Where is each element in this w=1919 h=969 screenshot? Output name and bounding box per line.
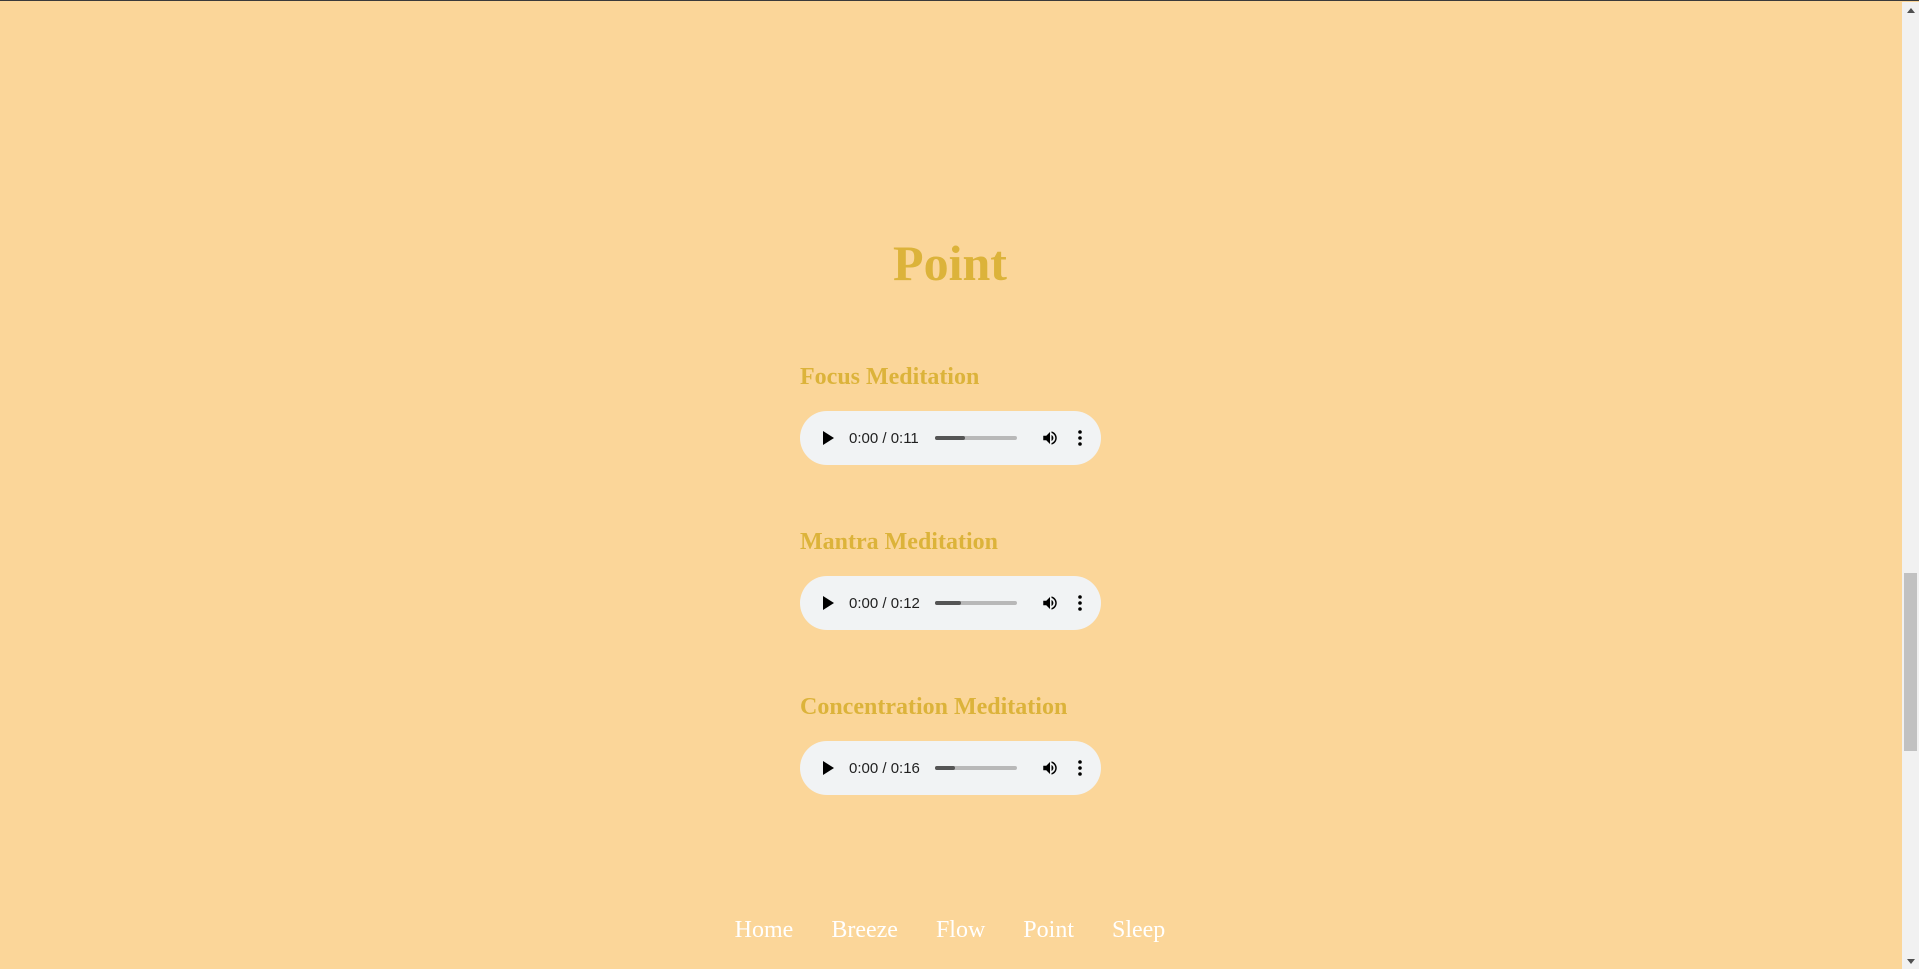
page-title: Point	[893, 235, 1007, 291]
time-display: 0:00 / 0:16	[849, 759, 920, 777]
track-title: Focus Meditation	[800, 364, 980, 390]
seek-slider[interactable]	[935, 766, 1017, 770]
play-icon	[823, 431, 834, 445]
audio-player: 0:00 / 0:11	[800, 411, 1101, 465]
play-button[interactable]	[817, 757, 839, 779]
play-button[interactable]	[817, 427, 839, 449]
nav-link-breeze[interactable]: Breeze	[831, 915, 898, 945]
more-vertical-icon	[1078, 430, 1082, 446]
track-mantra: Mantra Meditation 0:00 / 0:12	[800, 527, 1101, 630]
more-options-button[interactable]	[1071, 427, 1089, 449]
volume-icon	[1043, 431, 1057, 445]
time-display: 0:00 / 0:11	[849, 429, 919, 447]
nav-link-sleep[interactable]: Sleep	[1112, 915, 1165, 945]
more-vertical-icon	[1078, 595, 1082, 611]
volume-button[interactable]	[1039, 592, 1061, 614]
scroll-up-arrow-icon	[1906, 8, 1915, 13]
more-options-button[interactable]	[1071, 592, 1089, 614]
more-vertical-icon	[1078, 760, 1082, 776]
nav-link-point[interactable]: Point	[1023, 915, 1074, 945]
volume-icon	[1043, 596, 1057, 610]
audio-player: 0:00 / 0:16	[800, 741, 1101, 795]
more-options-button[interactable]	[1071, 757, 1089, 779]
seek-slider[interactable]	[935, 436, 1017, 440]
track-title: Mantra Meditation	[800, 529, 998, 555]
scroll-down-arrow-icon	[1906, 959, 1915, 964]
play-button[interactable]	[817, 592, 839, 614]
scroll-up-button[interactable]	[1902, 2, 1919, 19]
nav-link-flow[interactable]: Flow	[936, 915, 985, 945]
volume-icon	[1043, 761, 1057, 775]
audio-player: 0:00 / 0:12	[800, 576, 1101, 630]
seek-slider[interactable]	[935, 601, 1017, 605]
scrollbar-thumb[interactable]	[1904, 573, 1917, 751]
seek-buffered	[935, 601, 962, 605]
seek-buffered	[935, 766, 955, 770]
seek-buffered	[935, 436, 965, 440]
volume-button[interactable]	[1039, 427, 1061, 449]
volume-button[interactable]	[1039, 757, 1061, 779]
page: Point Focus Meditation 0:00 / 0:11 Mantr…	[0, 0, 1919, 969]
track-focus: Focus Meditation 0:00 / 0:11	[800, 362, 1101, 465]
play-icon	[823, 596, 834, 610]
play-icon	[823, 761, 834, 775]
track-title: Concentration Meditation	[800, 694, 1068, 720]
time-display: 0:00 / 0:12	[849, 594, 920, 612]
vertical-scrollbar[interactable]	[1902, 2, 1919, 969]
footer-nav: Home Breeze Flow Point Sleep	[0, 915, 1900, 945]
track-concentration: Concentration Meditation 0:00 / 0:16	[800, 692, 1101, 795]
scroll-down-button[interactable]	[1902, 953, 1919, 969]
nav-link-home[interactable]: Home	[735, 915, 794, 945]
